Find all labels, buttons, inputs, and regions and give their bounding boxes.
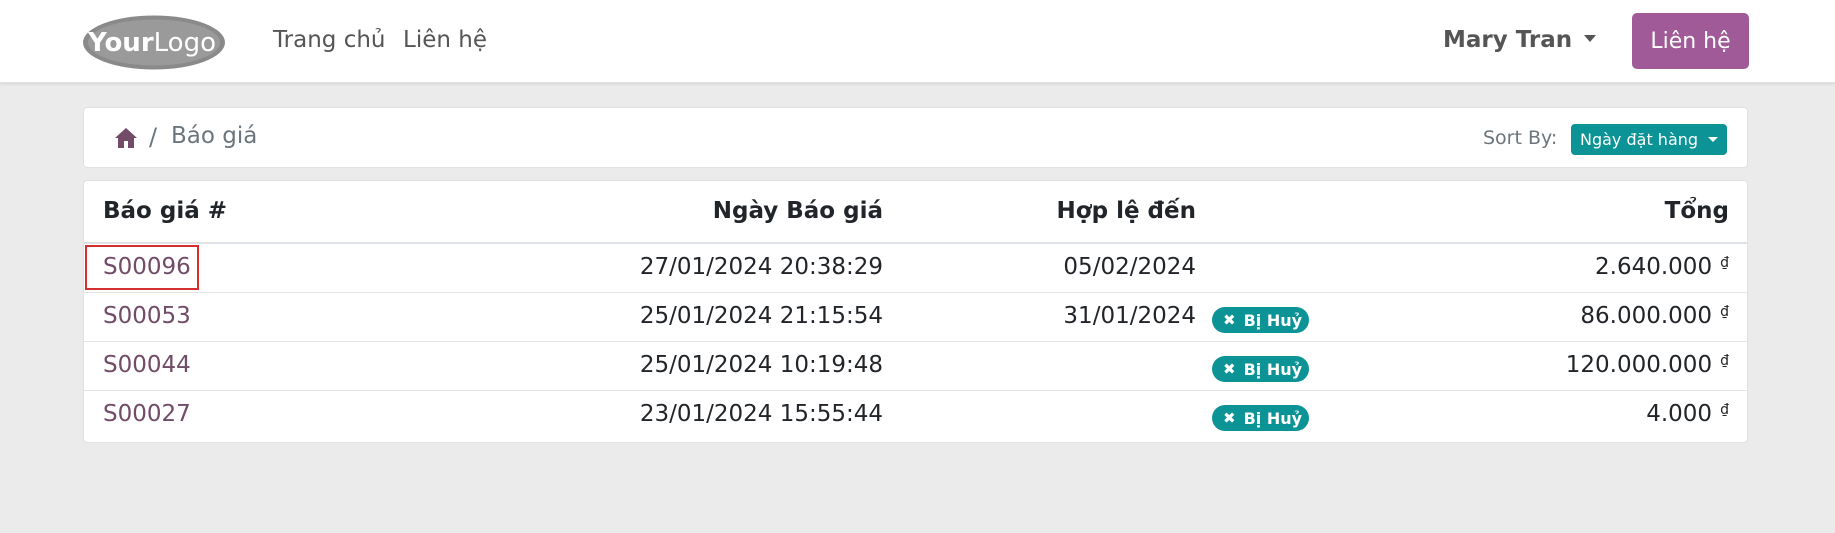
user-menu[interactable]: Mary Tran xyxy=(1443,27,1597,53)
status-badge: ✖ Bị Huỷ xyxy=(1212,307,1309,333)
top-navbar: YourLogo Trang chủ Liên hệ Mary Tran Liê… xyxy=(0,0,1835,83)
close-icon: ✖ xyxy=(1223,360,1236,378)
quotation-date: 27/01/2024 20:38:29 xyxy=(639,254,883,280)
header-divider xyxy=(84,242,1747,244)
status-label: Bị Huỷ xyxy=(1243,359,1303,379)
home-icon[interactable] xyxy=(114,127,138,149)
column-header-date: Ngày Báo giá xyxy=(712,198,883,224)
quotation-total: 2.640.000 ₫ xyxy=(1595,254,1729,280)
caret-down-icon xyxy=(1708,137,1719,142)
status-badge: ✖ Bị Huỷ xyxy=(1212,405,1309,431)
total-amount: 2.640.000 xyxy=(1595,254,1713,280)
quotation-valid-until: 05/02/2024 xyxy=(1063,254,1196,280)
user-name: Mary Tran xyxy=(1443,27,1573,53)
row-divider xyxy=(84,292,1747,293)
quotation-link[interactable]: S00053 xyxy=(103,303,191,329)
row-divider xyxy=(84,341,1747,342)
currency-symbol: ₫ xyxy=(1720,304,1729,320)
quotation-total: 4.000 ₫ xyxy=(1646,401,1729,427)
company-logo[interactable]: YourLogo xyxy=(82,14,226,71)
quotation-total: 120.000.000 ₫ xyxy=(1566,352,1729,378)
caret-down-icon xyxy=(1584,35,1597,42)
quotation-link[interactable]: S00027 xyxy=(103,401,191,427)
currency-symbol: ₫ xyxy=(1720,353,1729,369)
status-label: Bị Huỷ xyxy=(1243,310,1303,330)
quotation-link[interactable]: S00096 xyxy=(103,254,191,280)
quotation-date: 25/01/2024 21:15:54 xyxy=(639,303,883,329)
status-label: Bị Huỷ xyxy=(1243,408,1303,428)
quotation-link[interactable]: S00044 xyxy=(103,352,191,378)
row-divider xyxy=(84,390,1747,391)
status-badge: ✖ Bị Huỷ xyxy=(1212,356,1309,382)
close-icon: ✖ xyxy=(1223,311,1236,329)
currency-symbol: ₫ xyxy=(1720,255,1729,271)
sort-selected: Ngày đặt hàng xyxy=(1580,130,1699,149)
total-amount: 120.000.000 xyxy=(1565,352,1713,378)
total-amount: 4.000 xyxy=(1646,401,1713,427)
quotation-valid-until: 31/01/2024 xyxy=(1063,303,1196,329)
nav-link-home[interactable]: Trang chủ xyxy=(273,27,386,53)
breadcrumb-bar: / Báo giá Sort By: Ngày đặt hàng xyxy=(83,107,1748,168)
column-header-number: Báo giá # xyxy=(103,198,228,224)
column-header-valid-until: Hợp lệ đến xyxy=(1056,198,1196,224)
quotation-total: 86.000.000 ₫ xyxy=(1580,303,1729,329)
sort-dropdown[interactable]: Ngày đặt hàng xyxy=(1571,124,1727,155)
currency-symbol: ₫ xyxy=(1720,402,1729,418)
close-icon: ✖ xyxy=(1223,409,1236,427)
quotation-date: 25/01/2024 10:19:48 xyxy=(639,352,883,378)
breadcrumb-current: Báo giá xyxy=(171,123,258,149)
nav-link-contact[interactable]: Liên hệ xyxy=(403,27,487,53)
total-amount: 86.000.000 xyxy=(1580,303,1713,329)
quotations-table: Báo giá # Ngày Báo giá Hợp lệ đến Tổng S… xyxy=(83,180,1748,443)
column-header-total: Tổng xyxy=(1664,198,1729,224)
quotation-date: 23/01/2024 15:55:44 xyxy=(639,401,883,427)
contact-button[interactable]: Liên hệ xyxy=(1632,13,1749,69)
svg-text:YourLogo: YourLogo xyxy=(87,28,216,58)
breadcrumb-separator: / xyxy=(149,123,158,151)
sort-label: Sort By: xyxy=(1483,127,1558,149)
